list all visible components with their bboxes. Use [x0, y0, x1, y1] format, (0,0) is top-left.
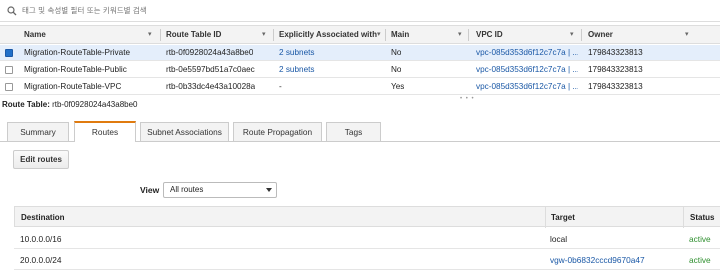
search-icon — [6, 5, 18, 17]
cell-main: No — [391, 65, 402, 74]
column-header-destination: Destination — [21, 213, 65, 222]
column-header-vpc-id[interactable]: VPC ID — [476, 26, 503, 44]
cell-destination: 10.0.0.0/16 — [20, 234, 62, 244]
cell-owner: 179843323813 — [588, 65, 643, 74]
edit-routes-button[interactable]: Edit routes — [13, 150, 69, 169]
column-header-status: Status — [690, 213, 715, 222]
detail-title: Route Table: rtb-0f0928024a43a8be0 — [2, 100, 138, 109]
row-checkbox[interactable] — [5, 66, 13, 74]
cell-name: Migration-RouteTable-Private — [24, 48, 131, 57]
route-row: 20.0.0.0/24 vgw-0b6832cccd9670a47 active — [14, 250, 720, 270]
cell-owner: 179843323813 — [588, 82, 643, 91]
cell-associated-link[interactable]: 2 subnets — [279, 62, 315, 78]
cell-route-table-id: rtb-0b33dc4e43a10028a — [166, 82, 256, 91]
cell-main: No — [391, 48, 402, 57]
cell-owner: 179843323813 — [588, 48, 643, 57]
sort-caret-icon[interactable]: ▾ — [458, 26, 462, 44]
tab-routes[interactable]: Routes — [74, 121, 136, 142]
cell-name: Migration-RouteTable-VPC — [24, 82, 122, 91]
cell-vpc-link[interactable]: vpc-085d353d6f12c7c7a | ... — [476, 62, 578, 78]
view-select[interactable]: All routes — [163, 182, 277, 198]
header-checkbox-placeholder — [5, 31, 13, 39]
cell-destination: 20.0.0.0/24 — [20, 255, 62, 265]
column-divider — [545, 207, 546, 228]
cell-target: local — [550, 234, 568, 244]
table-row[interactable]: Migration-RouteTable-Public rtb-0e5597bd… — [0, 62, 720, 78]
column-header-name[interactable]: Name — [24, 26, 46, 44]
detail-tabs: Summary Routes Subnet Associations Route… — [0, 121, 720, 142]
cell-name: Migration-RouteTable-Public — [24, 65, 127, 74]
table-row[interactable]: Migration-RouteTable-Private rtb-0f09280… — [0, 45, 720, 61]
column-divider — [273, 29, 274, 41]
cell-main: Yes — [391, 82, 405, 91]
sort-caret-icon[interactable]: ▾ — [377, 26, 381, 44]
view-label: View — [140, 185, 160, 195]
route-tables-header: Name ▾ Route Table ID ▾ Explicitly Assoc… — [0, 25, 720, 44]
table-row[interactable]: Migration-RouteTable-VPC rtb-0b33dc4e43a… — [0, 79, 720, 95]
cell-status: active — [689, 234, 711, 244]
column-header-main[interactable]: Main — [391, 26, 409, 44]
sort-caret-icon[interactable]: ▾ — [685, 26, 689, 44]
row-checkbox[interactable] — [5, 49, 13, 57]
column-header-route-table-id[interactable]: Route Table ID — [166, 26, 221, 44]
cell-target-link[interactable]: vgw-0b6832cccd9670a47 — [550, 250, 645, 270]
tab-tags[interactable]: Tags — [326, 122, 381, 141]
detail-title-value: rtb-0f0928024a43a8be0 — [52, 100, 138, 109]
search-input[interactable] — [22, 6, 622, 15]
column-divider — [581, 29, 582, 41]
column-divider — [683, 207, 684, 228]
tab-subnet-associations[interactable]: Subnet Associations — [140, 122, 229, 141]
cell-status: active — [689, 255, 711, 265]
search-bar — [0, 0, 720, 22]
column-divider — [468, 29, 469, 41]
cell-associated-link[interactable]: 2 subnets — [279, 45, 315, 61]
sort-caret-icon[interactable]: ▾ — [570, 26, 574, 44]
sort-caret-icon[interactable]: ▾ — [262, 26, 266, 44]
cell-route-table-id: rtb-0e5597bd51a7c0aec — [166, 65, 255, 74]
routes-table-header: Destination Target Status — [14, 206, 720, 228]
column-divider — [160, 29, 161, 41]
view-select-value: All routes — [170, 185, 204, 194]
tab-summary[interactable]: Summary — [7, 122, 69, 141]
cell-route-table-id: rtb-0f0928024a43a8be0 — [166, 48, 254, 57]
row-checkbox[interactable] — [5, 83, 13, 91]
route-row: 10.0.0.0/16 local active — [14, 229, 720, 249]
column-divider — [385, 29, 386, 41]
column-header-explicitly-associated[interactable]: Explicitly Associated with — [279, 26, 377, 44]
drag-dots-icon[interactable]: • • • — [460, 96, 475, 102]
tab-route-propagation[interactable]: Route Propagation — [233, 122, 322, 141]
cell-vpc-link[interactable]: vpc-085d353d6f12c7c7a | ... — [476, 79, 578, 95]
cell-associated: - — [279, 82, 282, 91]
detail-title-label: Route Table: — [2, 100, 50, 109]
column-header-target: Target — [551, 213, 575, 222]
column-header-owner[interactable]: Owner — [588, 26, 613, 44]
sort-caret-icon[interactable]: ▾ — [148, 26, 152, 44]
cell-vpc-link[interactable]: vpc-085d353d6f12c7c7a | ... — [476, 45, 578, 61]
chevron-down-icon — [266, 188, 272, 192]
